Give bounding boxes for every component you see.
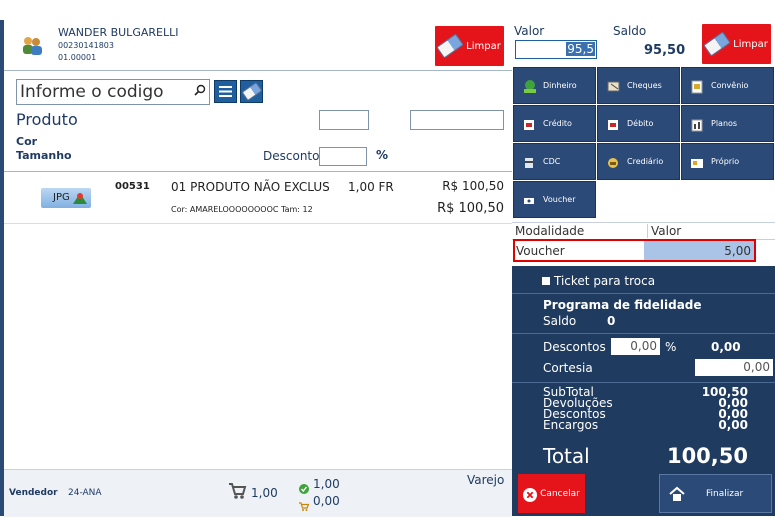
modality-row-value: 5,00 <box>644 241 754 260</box>
customer-avatar-icon <box>20 34 44 56</box>
home-icon <box>669 486 685 502</box>
search-icon[interactable] <box>194 81 206 96</box>
pay-cash-button[interactable]: Dinheiro <box>513 67 596 104</box>
agreement-icon <box>690 80 704 93</box>
header-divider <box>4 70 512 71</box>
balance-value: 95,50 <box>644 43 686 58</box>
item-total: R$ 100,50 <box>437 201 504 216</box>
color-label: Cor <box>16 135 38 148</box>
product-field-b[interactable] <box>410 110 504 130</box>
value-input[interactable]: 95,5 <box>515 40 597 59</box>
left-edge-bar <box>0 20 4 516</box>
pay-debit-button[interactable]: Débito <box>597 105 680 142</box>
summary-block: SubTotal 100,50 Devoluções 0,00 Descontos 0… <box>543 385 748 432</box>
modality-header: Modalidade Valor <box>512 222 775 240</box>
product-label: Produto <box>16 110 78 129</box>
top-margin <box>0 0 512 20</box>
code-search-input[interactable]: Informe o codigo <box>16 79 210 105</box>
discounts-label: Descontos <box>543 340 606 354</box>
menu-list-icon[interactable] <box>214 80 237 103</box>
loyalty-balance-label: Saldo <box>543 314 577 328</box>
return-cart-icon <box>299 496 310 511</box>
eraser-icon <box>436 33 465 59</box>
discount-percent-input[interactable]: 0,00 <box>611 338 660 355</box>
discount-input[interactable] <box>319 147 367 166</box>
cdc-icon <box>522 156 536 168</box>
store-credit-icon <box>606 156 620 168</box>
pay-store-credit-button[interactable]: Crediário <box>597 143 680 180</box>
item-thumbnail-icon: JPG <box>41 188 91 208</box>
pay-voucher-button[interactable]: Voucher <box>513 181 596 218</box>
ticket-toggle[interactable]: Ticket para troca <box>542 273 655 289</box>
cancel-x-icon <box>523 487 538 502</box>
payment-clear-button[interactable]: Limpar <box>702 24 771 64</box>
own-card-icon <box>690 156 704 168</box>
total-value: 100,50 <box>666 444 748 468</box>
item-row[interactable]: JPG 00531 01 PRODUTO NÃO EXCLUS 1,00 FR … <box>4 172 512 222</box>
discount-percent-symbol: % <box>665 340 677 354</box>
loyalty-title: Programa de fidelidade <box>543 298 702 312</box>
courtesy-label: Cortesia <box>543 361 593 375</box>
payment-panel: Valor 95,5 Saldo 95,50 Limpar Dinheiro C… <box>512 20 775 516</box>
seller-label: Vendedor <box>9 488 58 498</box>
plans-icon <box>690 118 704 131</box>
ticket-divider <box>512 293 775 294</box>
credit-card-icon <box>522 118 536 130</box>
cash-icon <box>522 79 536 93</box>
debit-card-icon <box>606 118 620 130</box>
modality-row-voucher[interactable]: Voucher 5,00 <box>513 239 756 262</box>
clear-field-icon[interactable] <box>240 80 263 103</box>
pay-agreement-button[interactable]: Convênio <box>681 67 774 104</box>
cart-quantity: 1,00 <box>251 486 278 500</box>
loyalty-divider <box>512 333 775 334</box>
check-icon <box>299 479 309 494</box>
cancel-button[interactable]: Cancelar <box>518 474 585 513</box>
eraser-icon <box>703 31 732 57</box>
customer-store: 01.00001 <box>58 53 97 62</box>
item-variant: Cor: AMARELOOOOOOOOC Tam: 12 <box>171 205 313 214</box>
cheque-icon <box>606 80 620 92</box>
returns-quantity: 0,00 <box>313 494 340 508</box>
loyalty-balance-value: 0 <box>607 314 616 328</box>
checkbox-icon <box>542 277 550 285</box>
discount-label: Desconto <box>263 149 320 163</box>
pay-cheques-button[interactable]: Cheques <box>597 67 680 104</box>
discounts-divider <box>512 382 775 383</box>
customer-name: WANDER BULGARELLI <box>58 26 179 39</box>
balance-label: Saldo <box>613 24 647 38</box>
size-label: Tamanho <box>16 149 72 162</box>
item-unit-price: R$ 100,50 <box>442 179 504 193</box>
discount-percent-symbol: % <box>376 148 389 162</box>
item-code: 00531 <box>115 181 150 192</box>
item-description: 01 PRODUTO NÃO EXCLUS <box>171 180 330 194</box>
left-clear-button[interactable]: Limpar <box>435 26 504 66</box>
seller-value: 24-ANA <box>68 488 102 498</box>
item-divider <box>4 223 512 224</box>
customer-code: 00230141803 <box>58 41 114 50</box>
pay-plans-button[interactable]: Planos <box>681 105 774 142</box>
ok-quantity: 1,00 <box>313 477 340 491</box>
value-label: Valor <box>514 24 545 38</box>
pay-cdc-button[interactable]: CDC <box>513 143 596 180</box>
product-field-a[interactable] <box>319 110 369 130</box>
pay-own-button[interactable]: Próprio <box>681 143 774 180</box>
pay-credit-button[interactable]: Crédito <box>513 105 596 142</box>
courtesy-input[interactable]: 0,00 <box>695 359 773 376</box>
cart-icon <box>227 480 247 500</box>
item-quantity: 1,00 FR <box>348 180 394 194</box>
discount-value: 0,00 <box>711 340 741 354</box>
finish-button[interactable]: Finalizar <box>659 474 772 513</box>
voucher-icon <box>522 194 536 206</box>
sale-type: Varejo <box>467 473 505 487</box>
total-label: Total <box>543 444 590 468</box>
